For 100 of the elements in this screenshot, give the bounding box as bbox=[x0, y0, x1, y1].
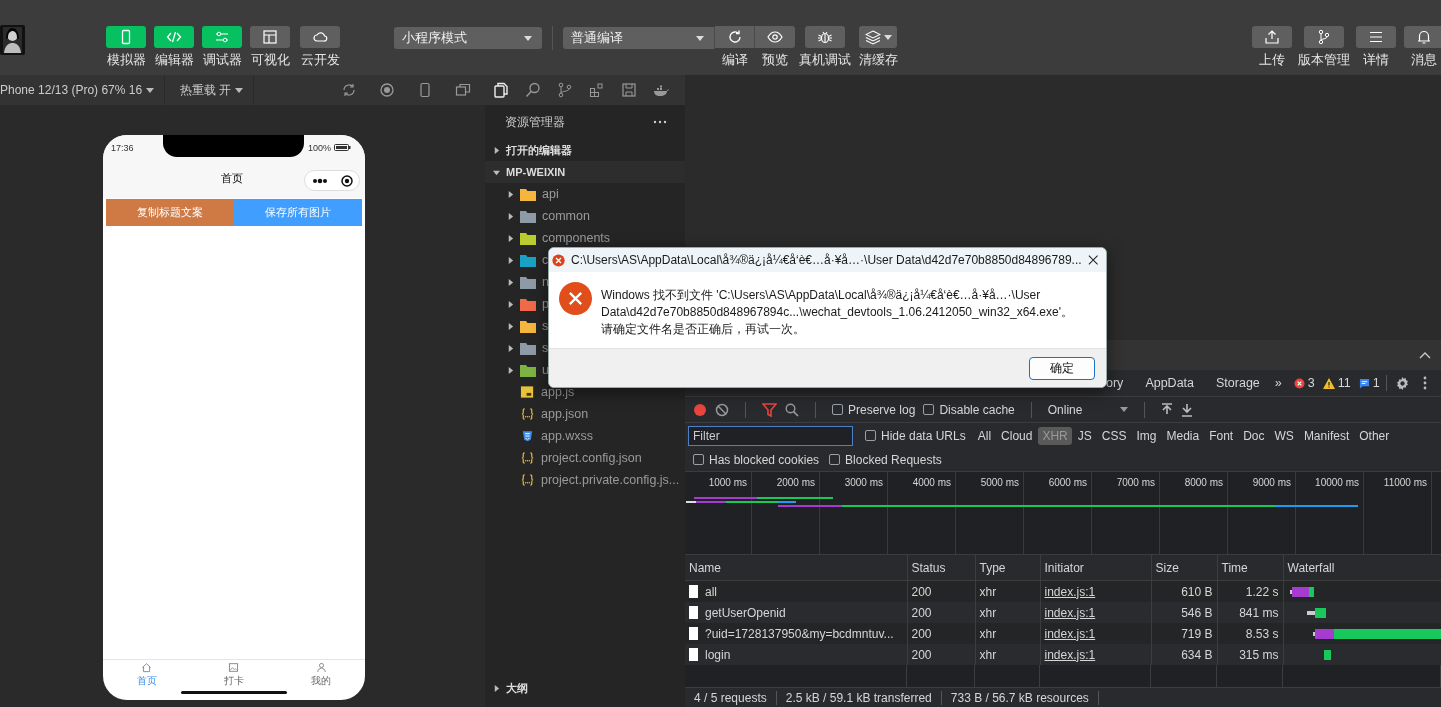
status-text: 4 / 5 requests bbox=[685, 690, 777, 705]
throttling-select[interactable]: Online bbox=[1047, 402, 1129, 417]
table-cell: 315 ms bbox=[1217, 644, 1283, 665]
devtools-tab[interactable]: AppData bbox=[1134, 370, 1206, 396]
table-cell: 200 bbox=[907, 602, 975, 623]
dialog-message: Windows 找不到文件 'C:\Users\AS\AppData\Local\å¾®ä¿¡å¼€å‘è€…å·¥å…·\User Data\d42d7e70b8850d848967894c...\wechat_devtools_1.06.2412050_win32_x64.exe'。 bbox=[601, 287, 1074, 321]
type-filter[interactable]: JS bbox=[1073, 426, 1096, 445]
button-label: 预览 bbox=[761, 52, 789, 69]
dialog-message: 请确定文件名是否正确后，再试一次。 bbox=[601, 321, 806, 338]
button-label: 版本管理 bbox=[1298, 52, 1350, 69]
folder-name[interactable]: n bbox=[542, 276, 549, 288]
folder-name[interactable]: api bbox=[542, 188, 559, 200]
column-header[interactable]: Waterfall bbox=[1283, 555, 1441, 581]
table-cell[interactable]: login bbox=[685, 644, 907, 665]
button-label: 模拟器 bbox=[106, 52, 146, 69]
button-label: 消息 bbox=[1411, 52, 1437, 69]
section-header[interactable]: 大纲 bbox=[506, 680, 528, 696]
type-filter[interactable]: Img bbox=[1132, 426, 1161, 445]
table-cell: xhr bbox=[975, 602, 1040, 623]
button-label: 详情 bbox=[1363, 52, 1389, 69]
compile-select[interactable]: 普通编译 bbox=[563, 27, 715, 49]
section-header[interactable]: MP-WEIXIN bbox=[506, 166, 566, 178]
button-label: 云开发 bbox=[300, 52, 340, 69]
folder-name[interactable]: c bbox=[542, 254, 549, 266]
button-label: 编辑器 bbox=[154, 52, 194, 69]
table-cell: xhr bbox=[975, 644, 1040, 665]
initiator-link[interactable]: index.js:1 bbox=[1044, 647, 1096, 662]
warning-count[interactable]: 11 bbox=[1337, 376, 1351, 390]
file-name[interactable]: app.json bbox=[541, 408, 589, 420]
panel-title: 资源管理器 bbox=[505, 114, 565, 130]
table-cell: 200 bbox=[907, 623, 975, 644]
column-header[interactable]: Initiator bbox=[1040, 555, 1151, 581]
type-filter[interactable]: Media bbox=[1162, 426, 1204, 445]
table-cell[interactable]: ?uid=1728137950&my=bcdmntuv... bbox=[685, 623, 907, 644]
type-filter[interactable]: Font bbox=[1205, 426, 1238, 445]
table-cell: xhr bbox=[975, 623, 1040, 644]
column-header[interactable]: Size bbox=[1151, 555, 1217, 581]
button-label: 真机调试 bbox=[799, 52, 851, 69]
info-count[interactable]: 1 bbox=[1372, 376, 1380, 390]
checkbox-label[interactable]: Hide data URLs bbox=[881, 428, 966, 443]
type-filter[interactable]: WS bbox=[1270, 426, 1298, 445]
status-text: 733 B / 56.7 kB resources bbox=[941, 690, 1099, 705]
column-header[interactable]: Status bbox=[907, 555, 975, 581]
tab-bar-item[interactable]: 首页 bbox=[103, 660, 191, 690]
checkbox-label[interactable]: Blocked Requests bbox=[845, 452, 942, 467]
type-filter[interactable]: CSS bbox=[1097, 426, 1131, 445]
button-label: 上传 bbox=[1259, 52, 1285, 69]
initiator-link[interactable]: index.js:1 bbox=[1044, 626, 1096, 641]
folder-name[interactable]: common bbox=[542, 210, 590, 222]
more-tabs-button[interactable]: » bbox=[1270, 370, 1286, 396]
status-text: 2.5 kB / 59.1 kB transferred bbox=[776, 690, 942, 705]
table-cell: 719 B bbox=[1151, 623, 1217, 644]
battery-percent: 100% bbox=[307, 142, 331, 153]
type-filter[interactable]: Other bbox=[1355, 426, 1394, 445]
checkbox-label[interactable]: Preserve log bbox=[848, 402, 916, 417]
column-header[interactable]: Name bbox=[685, 555, 907, 581]
folder-name[interactable]: s bbox=[542, 320, 549, 332]
table-cell: 634 B bbox=[1151, 644, 1217, 665]
type-filter[interactable]: Cloud bbox=[997, 426, 1037, 445]
mode-select[interactable]: 小程序模式 bbox=[394, 27, 542, 49]
status-time: 17:36 bbox=[111, 142, 134, 153]
timeline-tick: 11000 ms bbox=[1364, 472, 1432, 554]
folder-name[interactable]: u bbox=[542, 364, 549, 376]
checkbox-label[interactable]: Has blocked cookies bbox=[709, 452, 820, 467]
checkbox-label[interactable]: Disable cache bbox=[939, 402, 1015, 417]
file-name[interactable]: project.private.config.js... bbox=[541, 474, 680, 486]
button-label: 调试器 bbox=[202, 52, 242, 69]
section-header[interactable]: 打开的编辑器 bbox=[506, 142, 572, 158]
type-filter[interactable]: Manifest bbox=[1299, 426, 1354, 445]
table-cell: 200 bbox=[907, 644, 975, 665]
ok-button[interactable]: 确定 bbox=[1029, 356, 1095, 380]
page-title: 首页 bbox=[221, 172, 243, 186]
table-cell: 546 B bbox=[1151, 602, 1217, 623]
button-label: 可视化 bbox=[250, 52, 290, 69]
column-header[interactable]: Time bbox=[1217, 555, 1283, 581]
type-filter[interactable]: Doc bbox=[1239, 426, 1269, 445]
file-name[interactable]: app.js bbox=[541, 386, 575, 398]
dialog-title: C:\Users\AS\AppData\Local\å¾®ä¿¡å¼€å‘è€…å·¥å…·\User Data\d42d7e70b8850d84896789... bbox=[571, 253, 1082, 267]
device-select[interactable]: Phone 12/13 (Pro) 67% 16 bbox=[0, 83, 143, 97]
folder-name[interactable]: p bbox=[542, 298, 549, 310]
table-cell[interactable]: all bbox=[685, 580, 907, 602]
initiator-link[interactable]: index.js:1 bbox=[1044, 584, 1096, 599]
folder-name[interactable]: s bbox=[542, 342, 549, 354]
file-name[interactable]: app.wxss bbox=[541, 430, 594, 442]
filter-field[interactable]: Filter bbox=[688, 425, 853, 446]
tab-bar-item[interactable]: 我的 bbox=[277, 660, 365, 690]
devtools-tab[interactable]: Storage bbox=[1205, 370, 1271, 396]
hot-reload-toggle[interactable]: 热重载 开 bbox=[180, 81, 232, 99]
button-label: 清缓存 bbox=[858, 52, 898, 69]
table-cell[interactable]: getUserOpenid bbox=[685, 602, 907, 623]
initiator-link[interactable]: index.js:1 bbox=[1044, 605, 1096, 620]
tab-bar-item[interactable]: 打卡 bbox=[190, 660, 278, 690]
column-header[interactable]: Type bbox=[975, 555, 1040, 581]
table-cell: 841 ms bbox=[1217, 602, 1283, 623]
file-name[interactable]: project.config.json bbox=[541, 452, 642, 464]
devtools-tab[interactable]: ory bbox=[1106, 370, 1135, 396]
folder-name[interactable]: components bbox=[542, 232, 611, 244]
type-filter[interactable]: All bbox=[973, 426, 996, 445]
error-count[interactable]: 3 bbox=[1307, 376, 1315, 390]
button-label: 编译 bbox=[721, 52, 749, 69]
